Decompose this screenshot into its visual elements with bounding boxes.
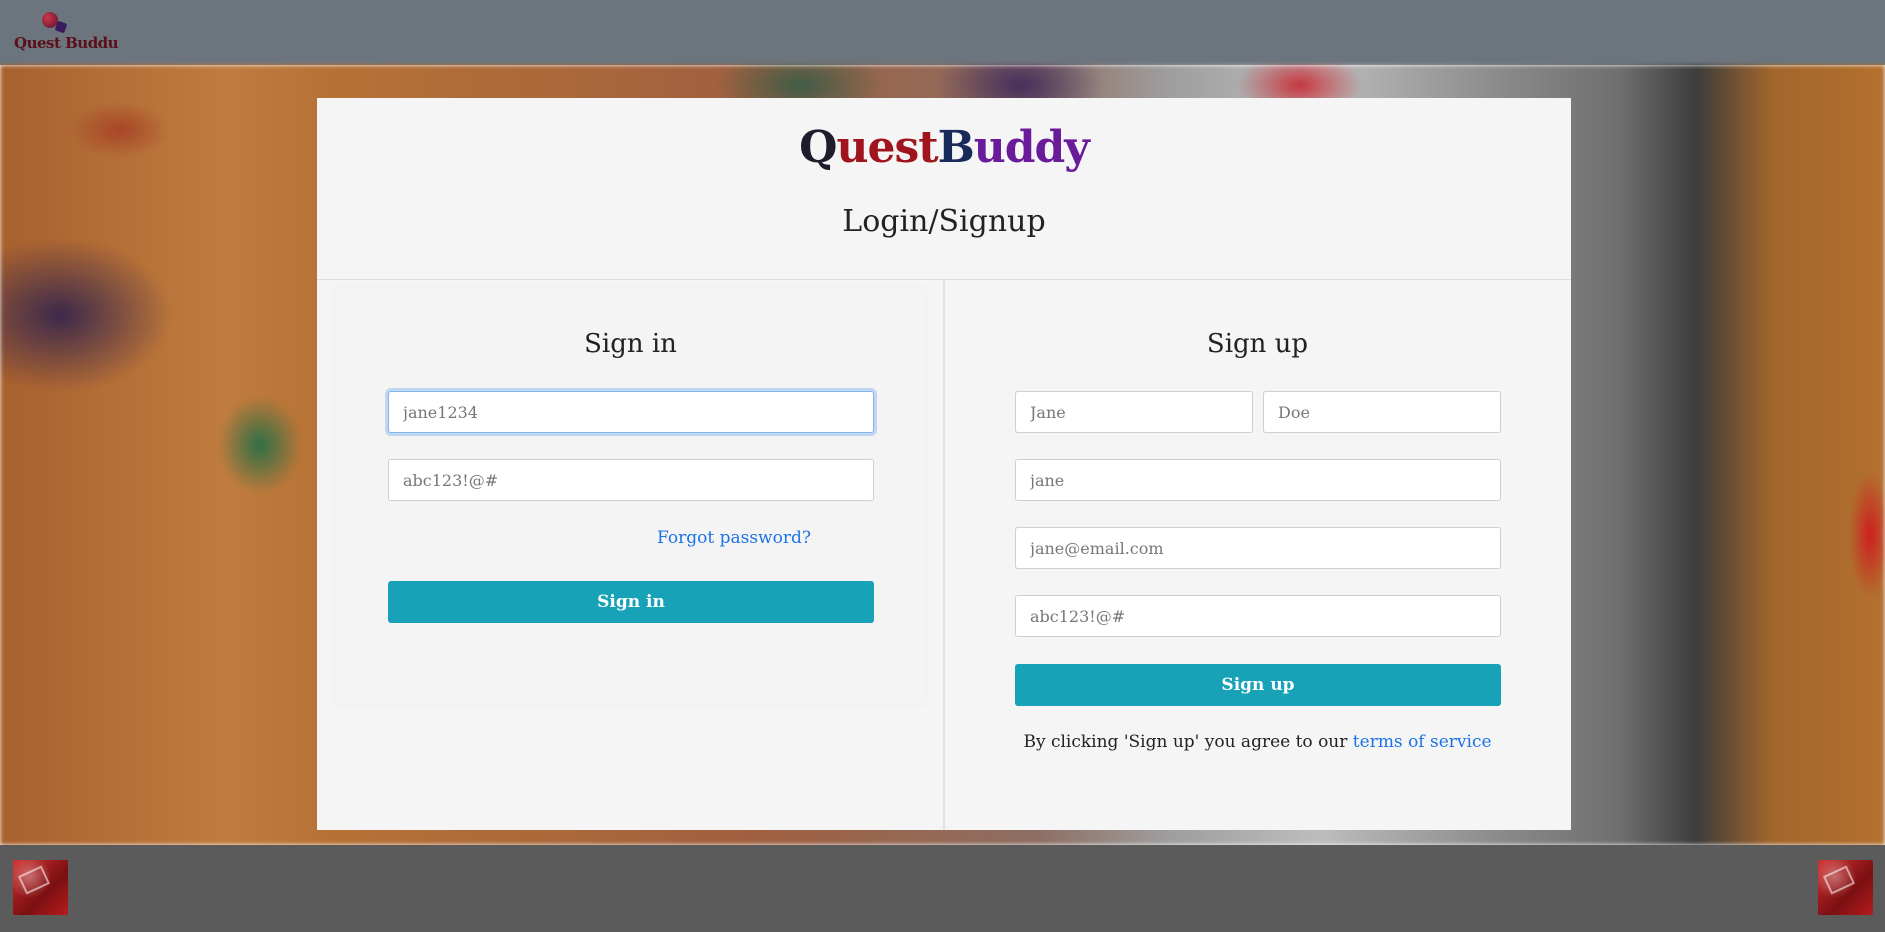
footer [0,845,1885,932]
brand-logo-link[interactable]: Quest Buddu [14,10,119,56]
login-signup-card: QuestBuddy Login/Signup Sign in Forgot p… [317,98,1571,830]
dice-icon [54,20,68,34]
signup-email-input[interactable] [1015,527,1501,569]
signin-username-input[interactable] [388,391,874,433]
signup-password-input[interactable] [1015,595,1501,637]
signin-password-input[interactable] [388,459,874,501]
questbuddy-logo: QuestBuddy [799,122,1090,173]
page-title: Login/Signup [842,204,1046,239]
signup-last-name-input[interactable] [1263,391,1501,433]
signup-heading: Sign up [1206,329,1309,359]
forgot-password-link[interactable]: Forgot password? [657,528,811,548]
dice-image-right [1818,860,1873,915]
signup-first-name-input[interactable] [1015,391,1253,433]
dice-image-left [13,860,68,915]
card-header: QuestBuddy Login/Signup [317,98,1571,280]
signin-button[interactable]: Sign in [388,581,874,623]
terms-of-service-link[interactable]: terms of service [1353,732,1492,752]
signup-button[interactable]: Sign up [1015,664,1501,706]
signup-username-input[interactable] [1015,459,1501,501]
brand-logo-text: Quest Buddu [14,34,119,52]
terms-prefix: By clicking 'Sign up' you agree to our [1023,732,1353,752]
top-navbar: Quest Buddu [0,0,1885,65]
terms-notice: By clicking 'Sign up' you agree to our t… [944,732,1571,752]
signin-heading: Sign in [584,329,677,359]
